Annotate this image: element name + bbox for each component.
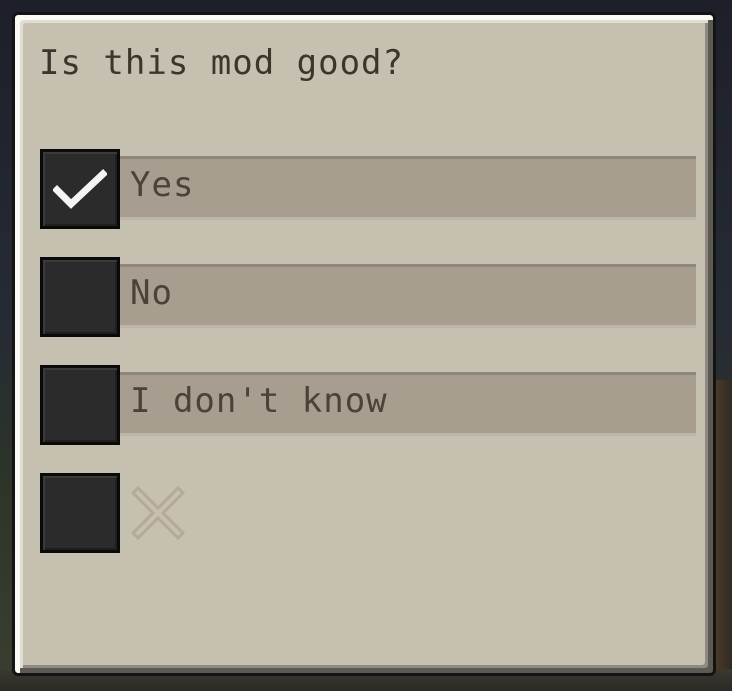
option-label: I don't know <box>130 381 388 421</box>
option-label-bar-yes[interactable]: Yes <box>120 156 696 220</box>
option-checkbox-yes[interactable] <box>40 149 120 229</box>
poll-dialog: Is this mod good? Yes No I don't know <box>12 12 716 676</box>
option-checkbox-dont-know[interactable] <box>40 365 120 445</box>
option-checkbox-clear[interactable] <box>40 473 120 553</box>
checkmark-icon <box>53 169 107 209</box>
option-label-bar-dont-know[interactable]: I don't know <box>120 372 696 436</box>
option-row-yes[interactable]: Yes <box>40 149 700 229</box>
option-row-dont-know[interactable]: I don't know <box>40 365 700 445</box>
option-checkbox-no[interactable] <box>40 257 120 337</box>
option-label: Yes <box>130 165 195 205</box>
option-label-bar-no[interactable]: No <box>120 264 696 328</box>
option-label: No <box>130 273 173 313</box>
option-row-clear[interactable] <box>40 473 700 553</box>
option-row-no[interactable]: No <box>40 257 700 337</box>
x-icon[interactable] <box>130 485 186 541</box>
question-title: Is this mod good? <box>39 43 404 83</box>
